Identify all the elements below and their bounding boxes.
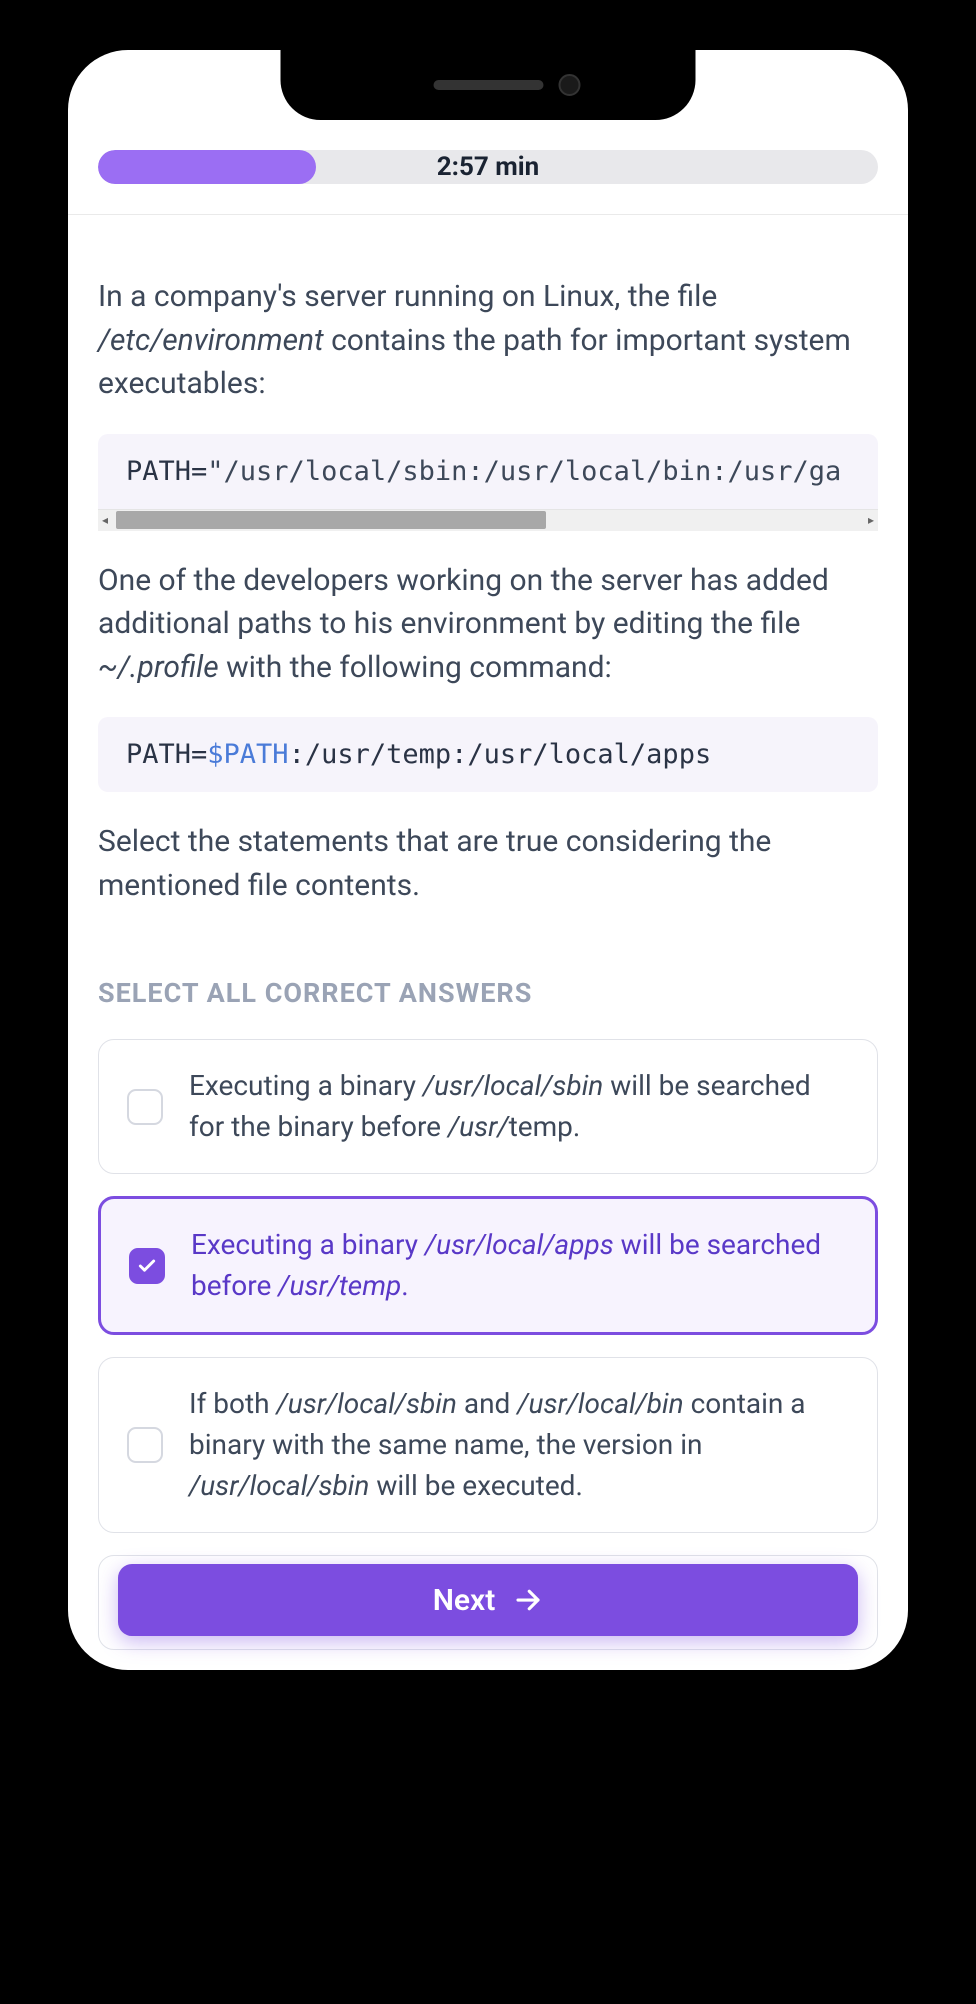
- path-emphasis: /usr/local/bin: [517, 1387, 683, 1420]
- code-text: PATH=$PATH:/usr/temp:/usr/local/apps: [98, 717, 878, 792]
- checkbox[interactable]: [129, 1248, 165, 1284]
- phone-screen: 2:57 min In a company's server running o…: [68, 50, 908, 1670]
- code-string: "/usr/local/sbin:/usr/local/bin:/usr/ga: [207, 456, 841, 487]
- code-block-1: PATH="/usr/local/sbin:/usr/local/bin:/us…: [98, 434, 878, 531]
- checkbox[interactable]: [127, 1089, 163, 1125]
- question-paragraph-3: Select the statements that are true cons…: [98, 820, 878, 907]
- answer-option[interactable]: Executing a binary /usr/local/apps will …: [98, 1196, 878, 1335]
- question-body: In a company's server running on Linux, …: [68, 215, 908, 1670]
- code-block-2: PATH=$PATH:/usr/temp:/usr/local/apps: [98, 717, 878, 792]
- phone-frame: 2:57 min In a company's server running o…: [38, 20, 938, 1700]
- code-token: PATH=: [126, 456, 207, 487]
- code-token: :/usr/temp:/usr/local/apps: [289, 739, 712, 770]
- scrollbar-thumb[interactable]: [116, 511, 546, 529]
- front-camera: [559, 74, 581, 96]
- arrow-right-icon: [513, 1585, 543, 1615]
- next-button[interactable]: Next: [118, 1564, 858, 1636]
- text: with the following command:: [219, 650, 612, 685]
- phone-notch: [281, 50, 696, 120]
- speaker-grill: [433, 80, 543, 90]
- path-emphasis: /usr/local/sbin: [189, 1469, 369, 1502]
- code-variable: $PATH: [207, 739, 288, 770]
- next-button-label: Next: [433, 1583, 496, 1618]
- code-token: PATH=: [126, 739, 207, 770]
- path-emphasis: /usr/local/sbin: [423, 1069, 603, 1102]
- progress-row: 2:57 min: [68, 150, 908, 214]
- progress-fill: [98, 150, 316, 184]
- path-emphasis: /usr/temp: [278, 1269, 401, 1302]
- question-paragraph-1: In a company's server running on Linux, …: [98, 275, 878, 406]
- horizontal-scrollbar[interactable]: ◂ ▸: [98, 509, 878, 531]
- path-emphasis: /usr/local/apps: [425, 1228, 614, 1261]
- option-text: If both /usr/local/sbin and /usr/local/b…: [189, 1384, 849, 1506]
- option-text: Executing a binary /usr/local/apps will …: [191, 1225, 847, 1306]
- scroll-left-icon[interactable]: ◂: [102, 513, 108, 527]
- answer-option[interactable]: If both /usr/local/sbin and /usr/local/b…: [98, 1357, 878, 1533]
- file-path: /etc/environment: [98, 323, 324, 358]
- text: In a company's server running on Linux, …: [98, 279, 717, 314]
- path-emphasis: /usr/local/sbin: [277, 1387, 457, 1420]
- checkbox[interactable]: [127, 1427, 163, 1463]
- file-path: ~/.profile: [98, 650, 219, 685]
- answer-option[interactable]: Executing a binary /usr/local/sbin will …: [98, 1039, 878, 1174]
- code-text: PATH="/usr/local/sbin:/usr/local/bin:/us…: [98, 434, 878, 509]
- path-emphasis: /usr/: [448, 1110, 509, 1143]
- app-content: 2:57 min In a company's server running o…: [68, 50, 908, 1670]
- question-paragraph-2: One of the developers working on the ser…: [98, 559, 878, 690]
- timer-label: 2:57 min: [437, 152, 540, 182]
- scroll-right-icon[interactable]: ▸: [868, 513, 874, 527]
- text: One of the developers working on the ser…: [98, 563, 829, 642]
- answers-instruction: Select all correct answers: [98, 977, 878, 1009]
- option-text: Executing a binary /usr/local/sbin will …: [189, 1066, 849, 1147]
- check-icon: [137, 1256, 157, 1276]
